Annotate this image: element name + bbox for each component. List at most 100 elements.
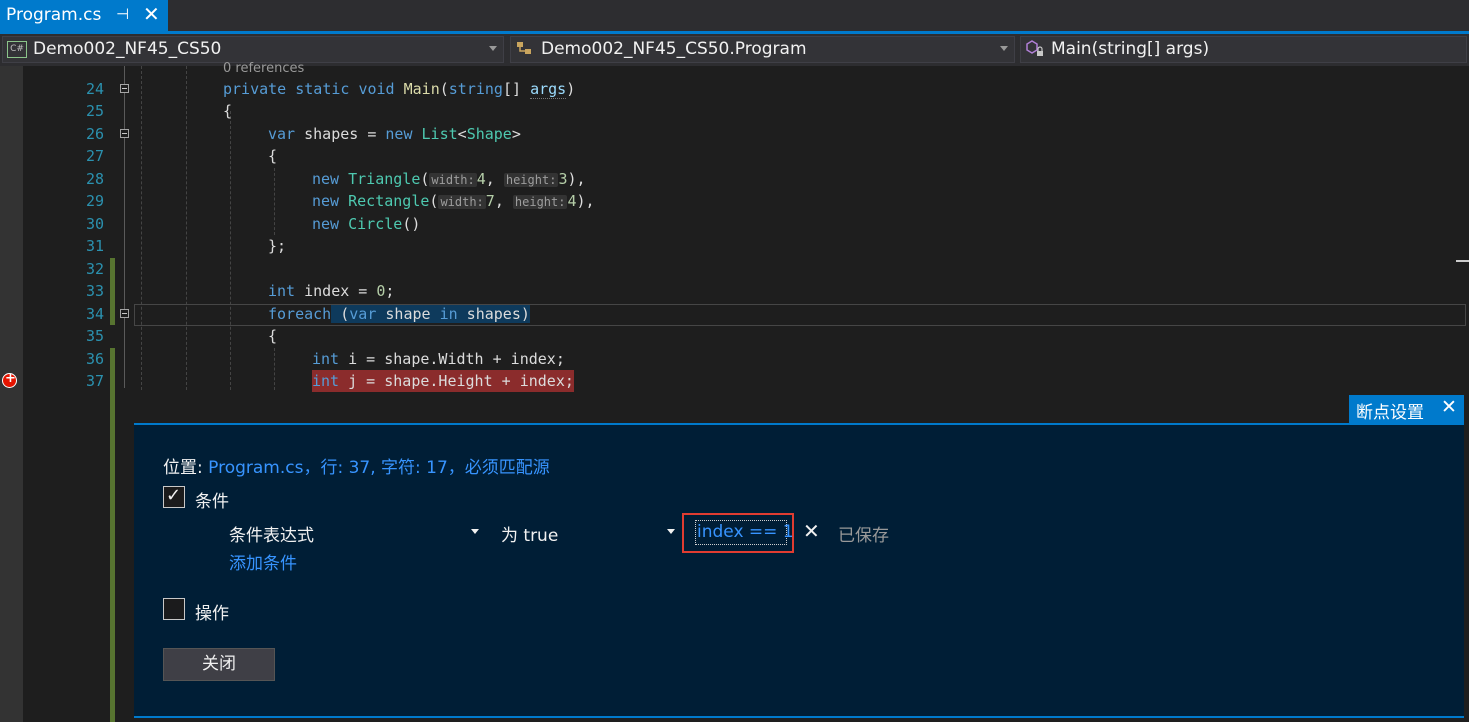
code-line-37-breakpoint[interactable]: int j = shape.Height + index;	[312, 370, 574, 392]
change-marker	[110, 258, 115, 280]
keyword: foreach	[268, 305, 332, 323]
collapse-icon[interactable]	[120, 309, 129, 318]
line-number: 27	[85, 147, 104, 165]
code-line-28[interactable]: new Triangle(width: 4, height: 3),	[312, 168, 586, 191]
codelens-references[interactable]: 0 references	[223, 58, 304, 80]
punct: ()	[402, 215, 421, 233]
close-button[interactable]: 关闭	[163, 648, 275, 681]
parameter: args	[530, 80, 567, 99]
code-text: shapes =	[295, 125, 386, 143]
class-label: Demo002_NF45_CS50.Program	[541, 39, 807, 59]
keyword: int	[312, 350, 340, 368]
member-dropdown[interactable]: Main(string[] args)	[1020, 36, 1467, 63]
code-line-25[interactable]: {	[223, 100, 232, 122]
outline-line	[124, 93, 125, 129]
type-name: Shape	[466, 125, 512, 143]
chevron-down-icon	[489, 46, 497, 51]
line-number: 37	[85, 372, 104, 390]
keyword: new	[312, 215, 340, 233]
outline-line	[124, 66, 125, 84]
conditions-label: 条件	[195, 492, 229, 512]
breakpoint-settings-header: 断点设置 ✕	[1349, 395, 1464, 423]
code-text: shape	[376, 305, 440, 323]
saved-status: 已保存	[838, 526, 889, 546]
indent-guide	[274, 348, 275, 390]
condition-type-dropdown[interactable]: 条件表达式	[229, 521, 314, 546]
line-number: 29	[85, 192, 104, 210]
pin-icon[interactable]: ⊣	[116, 5, 129, 23]
scroll-marker	[1456, 260, 1469, 262]
line-number: 28	[85, 170, 104, 188]
indent-guide	[141, 66, 142, 390]
line-number: 25	[85, 102, 104, 120]
location-label: 位置:	[163, 458, 203, 478]
number: 7	[485, 192, 495, 210]
collapse-icon[interactable]	[120, 84, 129, 93]
remove-condition-icon[interactable]: ✕	[803, 519, 820, 543]
code-line-29[interactable]: new Rectangle(width: 7, height: 4),	[312, 190, 595, 213]
document-tab-strip	[0, 0, 1469, 34]
number: 3	[558, 170, 568, 188]
punct: )	[566, 80, 576, 98]
code-line-30[interactable]: new Circle()	[312, 213, 420, 235]
class-dropdown[interactable]: Demo002_NF45_CS50.Program	[510, 36, 1015, 63]
member-label: Main(string[] args)	[1051, 39, 1210, 59]
keyword: in	[439, 305, 458, 323]
actions-checkbox[interactable]	[163, 598, 185, 620]
code-line-35[interactable]: {	[268, 325, 277, 347]
collapse-icon[interactable]	[120, 129, 129, 138]
conditions-checkbox[interactable]	[163, 485, 185, 508]
line-number: 36	[85, 350, 104, 368]
code-line-24[interactable]: private static void Main(string[] args)	[223, 78, 575, 100]
method-name: Main	[403, 80, 440, 98]
condition-mode-dropdown[interactable]: 为 true	[501, 521, 558, 546]
change-marker	[110, 348, 115, 722]
tab-program-cs[interactable]: Program.cs ⊣ ✕	[0, 0, 168, 31]
condition-expression-value[interactable]: index == 1	[697, 522, 794, 542]
close-icon[interactable]: ✕	[1441, 396, 1457, 418]
location-link[interactable]: Program.cs，行: 37, 字符: 17，必须匹配源	[208, 458, 550, 478]
code-text: index =	[295, 282, 377, 300]
actions-label: 操作	[195, 604, 229, 624]
chevron-down-icon[interactable]	[667, 529, 675, 534]
breakpoint-settings-panel: 位置: Program.cs，行: 37, 字符: 17，必须匹配源 条件 条件…	[134, 423, 1464, 718]
outline-line	[124, 138, 125, 309]
keyword: int	[312, 372, 340, 390]
keyword: var	[349, 305, 377, 323]
keyword: string	[448, 80, 503, 98]
punct: <	[457, 125, 467, 143]
code-line-34[interactable]: foreach (var shape in shapes)	[268, 303, 530, 325]
punct: ;	[385, 282, 395, 300]
indent-guide	[186, 66, 187, 390]
breakpoint-settings-title: 断点设置	[1356, 403, 1424, 423]
type-name: Rectangle	[348, 192, 430, 210]
breakpoint-margin[interactable]	[0, 66, 23, 722]
code-line-36[interactable]: int i = shape.Width + index;	[312, 348, 565, 370]
code-line-33[interactable]: int index = 0;	[268, 280, 394, 302]
class-icon	[516, 40, 534, 58]
inline-hint: height:	[512, 195, 568, 209]
breakpoint-condition-icon[interactable]	[2, 371, 17, 388]
csharp-project-icon: C#	[7, 41, 27, 58]
inline-hint: width:	[438, 195, 486, 209]
add-condition-link[interactable]: 添加条件	[229, 549, 297, 574]
line-number: 35	[85, 327, 104, 345]
project-label: Demo002_NF45_CS50	[33, 39, 222, 59]
line-number: 34	[85, 305, 104, 323]
code-text: (	[331, 305, 350, 323]
line-number: 33	[85, 282, 104, 300]
code-line-27[interactable]: {	[268, 145, 277, 167]
code-line-26[interactable]: var shapes = new List<Shape>	[268, 123, 521, 145]
outline-line	[124, 318, 125, 388]
code-text: i = shape.Width + index;	[339, 350, 565, 368]
change-marker	[110, 280, 115, 325]
chevron-down-icon[interactable]	[471, 529, 479, 534]
keyword: new	[312, 170, 340, 188]
punct: []	[502, 80, 531, 98]
keyword: var	[268, 125, 296, 143]
line-number: 24	[85, 80, 104, 98]
code-line-31[interactable]: };	[268, 235, 286, 257]
type-name: Circle	[348, 215, 403, 233]
close-tab-icon[interactable]: ✕	[143, 2, 160, 26]
